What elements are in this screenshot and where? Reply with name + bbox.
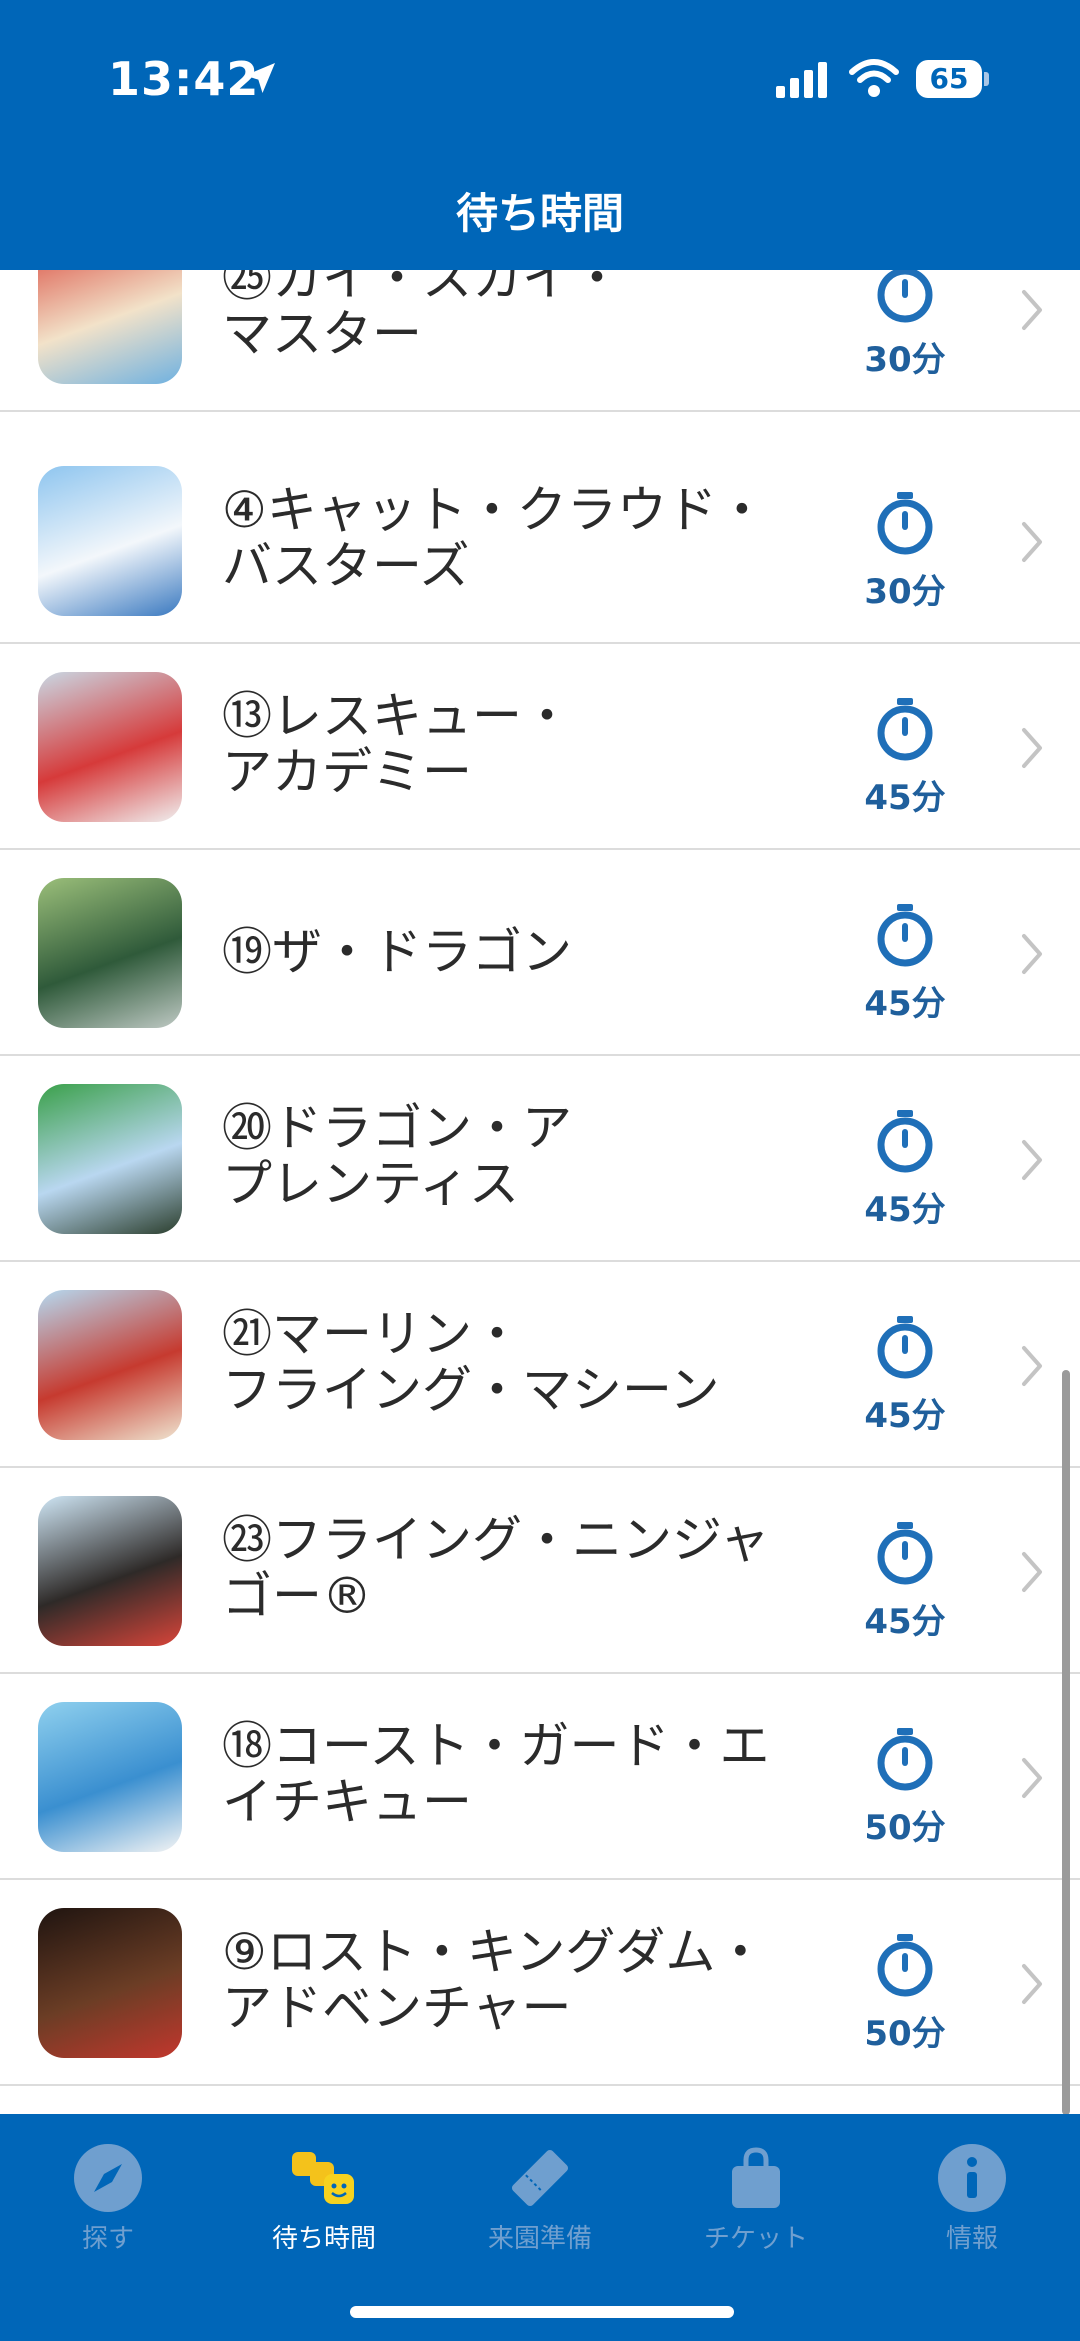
lego-heads-icon xyxy=(292,2152,354,2204)
ticket-stub-icon xyxy=(511,2149,569,2207)
tab-visit-prep[interactable]: 来園準備 xyxy=(432,2128,648,2254)
ride-name: ㉓フライング・ニンジャ ゴー® xyxy=(222,1512,782,1624)
ride-name-line2: アドベンチャー xyxy=(222,1979,572,2037)
status-time: 13:42 xyxy=(108,52,260,106)
chevron-right-icon xyxy=(1022,290,1042,330)
page-title: 待ち時間 xyxy=(455,189,624,238)
tab-info[interactable]: 情報 xyxy=(864,2128,1080,2254)
ride-name: ⑬レスキュー・ アカデミー xyxy=(222,688,782,800)
ride-name-line1: ④キャット・クラウド・ xyxy=(222,481,767,539)
wait-time: 45分 xyxy=(864,1396,946,1436)
ride-name: ⑨ロスト・キングダム・ アドベンチャー xyxy=(222,1924,782,2036)
ride-name: ㉕カイ・スカイ・ マスター xyxy=(222,270,782,362)
info-icon xyxy=(938,2144,1006,2212)
stopwatch-icon xyxy=(877,904,933,967)
ride-thumbnail xyxy=(38,672,182,822)
tab-label: 待ち時間 xyxy=(271,2224,376,2254)
home-indicator xyxy=(350,2306,734,2318)
wait-time: 45分 xyxy=(864,1602,946,1642)
ride-name-line2: バスターズ xyxy=(222,537,470,595)
chevron-right-icon xyxy=(1022,1140,1042,1180)
tab-explore[interactable]: 探す xyxy=(0,2128,216,2254)
ride-thumbnail xyxy=(38,1290,182,1440)
ride-name-line1: ⑱コースト・ガード・エ xyxy=(222,1717,770,1775)
tab-label: 情報 xyxy=(945,2224,998,2254)
ride-row[interactable]: ⑨ロスト・キングダム・ アドベンチャー 50分 xyxy=(0,1880,1080,2086)
ride-list[interactable]: ㉕カイ・スカイ・ マスター 30分 ④キャット・クラウド・ バスターズ 30分 ⑬レスキュー… xyxy=(0,270,1080,2114)
ride-name-line1: ㉑マーリン・ xyxy=(222,1305,522,1363)
ride-name: ㉑マーリン・ フライング・マシーン xyxy=(222,1306,782,1418)
shopping-bag-icon xyxy=(732,2147,780,2208)
ride-name: ④キャット・クラウド・ バスターズ xyxy=(222,482,782,594)
wait-time: 50分 xyxy=(864,2014,946,2054)
ride-name-line2: フライング・マシーン xyxy=(222,1361,720,1419)
ride-name: ⑱コースト・ガード・エ イチキュー xyxy=(222,1718,782,1830)
wait-time: 30分 xyxy=(864,572,946,612)
tab-tickets[interactable]: チケット xyxy=(648,2128,864,2254)
chevron-right-icon xyxy=(1022,522,1042,562)
ride-row[interactable]: ④キャット・クラウド・ バスターズ 30分 xyxy=(0,438,1080,644)
ride-name-line1: ⑲ザ・ドラゴン xyxy=(222,923,572,981)
ride-name-line1: ⑳ドラゴン・ア xyxy=(222,1099,572,1157)
ride-name-line2: アカデミー xyxy=(222,743,472,801)
chevron-right-icon xyxy=(1022,1346,1042,1386)
header: 13:42 65 待ち時間 xyxy=(0,0,1080,270)
ride-thumbnail xyxy=(38,466,182,616)
ride-name: ⑲ザ・ドラゴン xyxy=(222,924,782,980)
stopwatch-icon xyxy=(877,1728,933,1791)
ride-thumbnail xyxy=(38,878,182,1028)
battery-cap xyxy=(984,72,989,86)
ride-name-line2: プレンティス xyxy=(222,1155,519,1213)
wait-time: 30分 xyxy=(864,340,946,380)
scrollbar[interactable] xyxy=(1062,1370,1070,2115)
tab-wait-times[interactable]: 待ち時間 xyxy=(216,2128,432,2254)
ride-thumbnail xyxy=(38,1908,182,2058)
ride-row[interactable]: ⑳ドラゴン・ア プレンティス 45分 xyxy=(0,1056,1080,1262)
cellular-signal-icon xyxy=(776,62,827,98)
stopwatch-icon xyxy=(877,492,933,555)
stopwatch-icon xyxy=(877,1110,933,1173)
ride-row[interactable]: ⑬レスキュー・ アカデミー 45分 xyxy=(0,644,1080,850)
compass-icon xyxy=(74,2144,142,2212)
ride-name-line1: ㉕カイ・スカイ・ xyxy=(222,270,622,307)
tab-label: 探す xyxy=(81,2224,134,2254)
wait-time: 50分 xyxy=(864,1808,946,1848)
chevron-right-icon xyxy=(1022,934,1042,974)
ride-thumbnail xyxy=(38,1496,182,1646)
ride-name-line2: マスター xyxy=(222,305,422,363)
ride-row[interactable]: ㉑マーリン・ フライング・マシーン 45分 xyxy=(0,1262,1080,1468)
chevron-right-icon xyxy=(1022,1552,1042,1592)
chevron-right-icon xyxy=(1022,1964,1042,2004)
ride-thumbnail xyxy=(38,1702,182,1852)
ride-name: ⑳ドラゴン・ア プレンティス xyxy=(222,1100,782,1212)
tab-label: 来園準備 xyxy=(487,2224,592,2254)
stopwatch-icon xyxy=(877,698,933,761)
stopwatch-icon xyxy=(877,270,933,323)
stopwatch-icon xyxy=(877,1316,933,1379)
tab-bar: 探す 待ち時間 来園準備 チケット 情報 xyxy=(0,2114,1080,2341)
tab-label: チケット xyxy=(703,2224,808,2254)
chevron-right-icon xyxy=(1022,728,1042,768)
ride-name-line1: ⑬レスキュー・ xyxy=(222,687,572,745)
wait-time: 45分 xyxy=(864,1190,946,1230)
ride-name-line1: ⑨ロスト・キングダム・ xyxy=(222,1923,766,1981)
wait-time: 45分 xyxy=(864,984,946,1024)
ride-name-line1: ㉓フライング・ニンジャ xyxy=(222,1511,770,1569)
chevron-right-icon xyxy=(1022,1758,1042,1798)
location-arrow-icon xyxy=(245,63,275,93)
ride-row[interactable]: ㉕カイ・スカイ・ マスター 30分 xyxy=(0,270,1080,412)
ride-name-line2: イチキュー xyxy=(222,1773,472,1831)
ride-row[interactable]: ⑲ザ・ドラゴン 45分 xyxy=(0,850,1080,1056)
ride-row[interactable]: ⑱コースト・ガード・エ イチキュー 50分 xyxy=(0,1674,1080,1880)
wifi-icon xyxy=(849,59,899,97)
ride-row[interactable]: ㉓フライング・ニンジャ ゴー® 45分 xyxy=(0,1468,1080,1674)
ride-name-line2: ゴー® xyxy=(222,1567,372,1625)
stopwatch-icon xyxy=(877,1934,933,1997)
battery-indicator: 65 xyxy=(916,60,982,98)
ride-thumbnail xyxy=(38,1084,182,1234)
ride-thumbnail xyxy=(38,270,182,384)
stopwatch-icon xyxy=(877,1522,933,1585)
wait-time: 45分 xyxy=(864,778,946,818)
